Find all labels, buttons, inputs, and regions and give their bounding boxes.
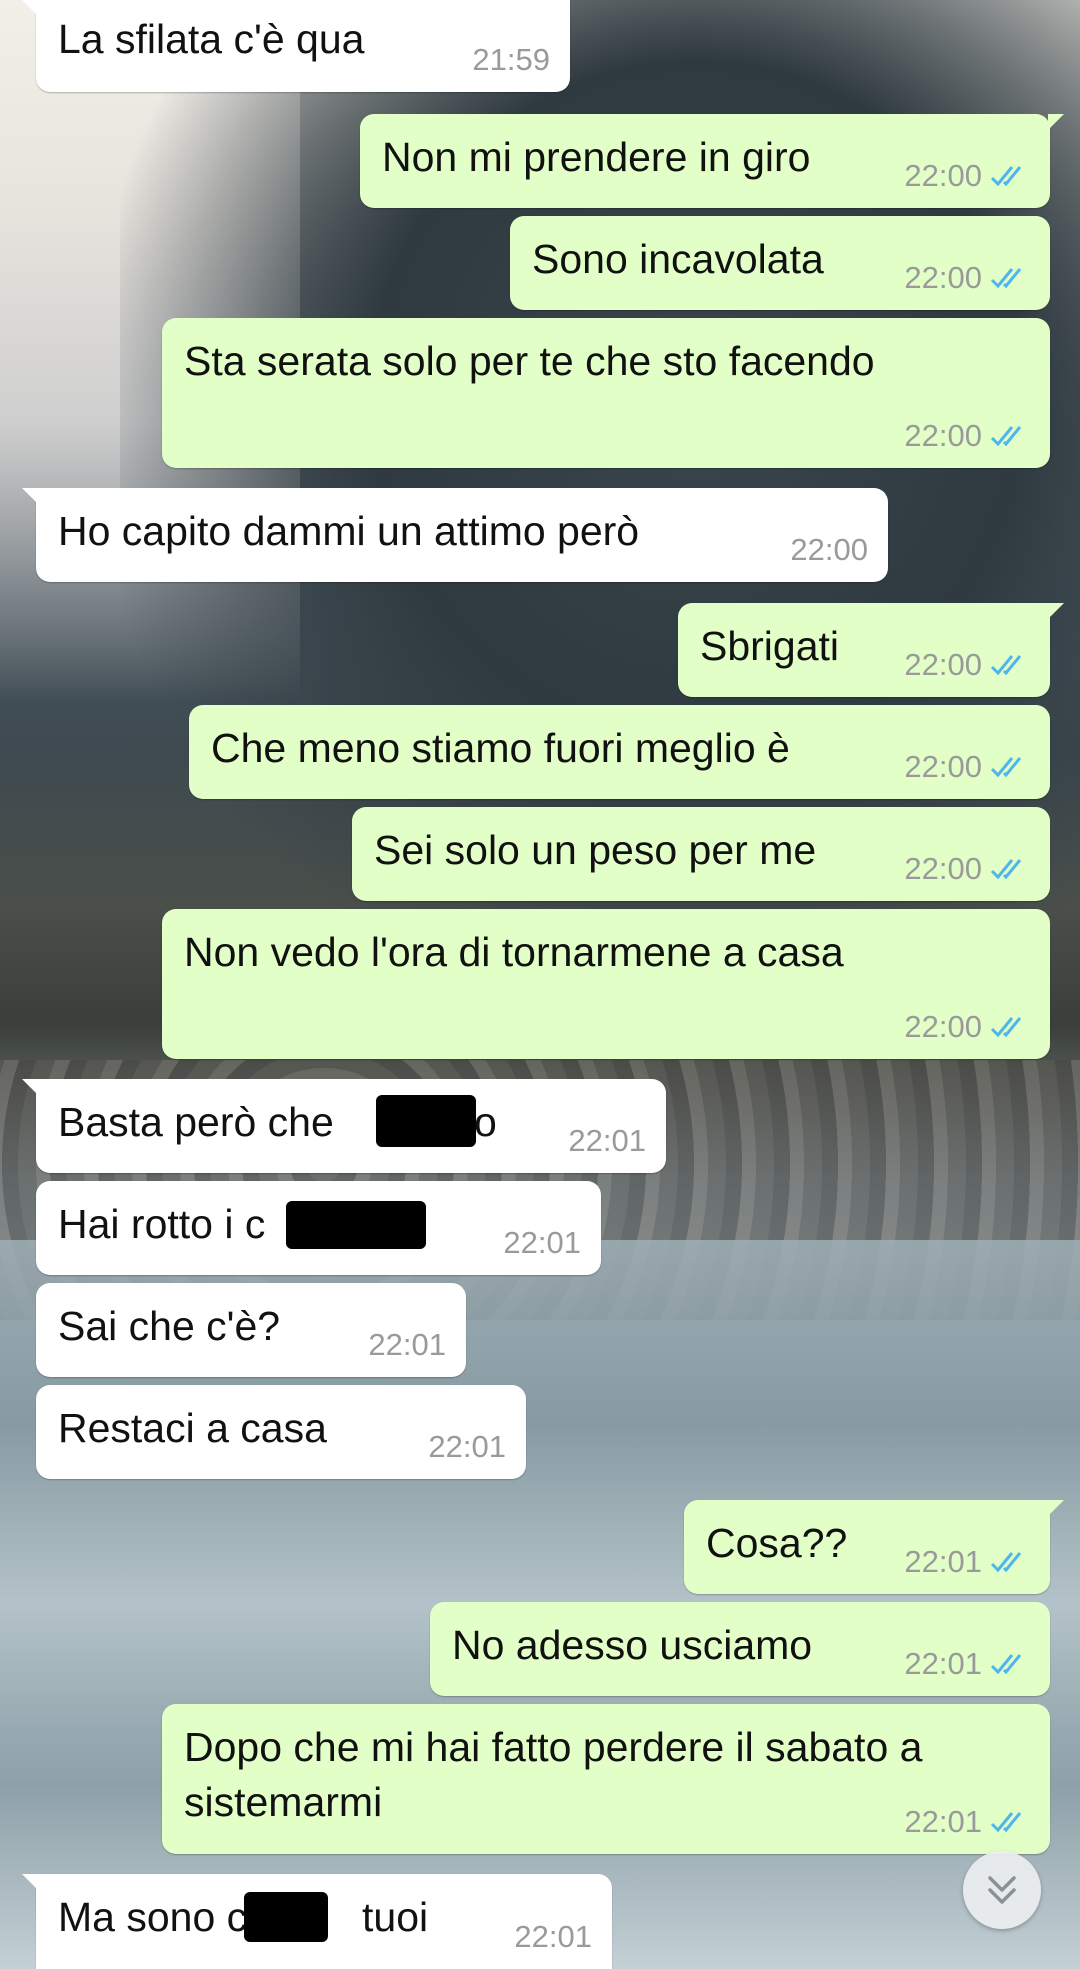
message-meta: 22:01	[904, 1646, 1030, 1682]
message-text: Basta però che	[58, 1099, 334, 1145]
message-bubble-incoming[interactable]: La sfilata c'è qua 21:59	[22, 0, 570, 92]
message-bubble-outgoing[interactable]: Non mi prendere in giro 22:00	[360, 114, 1064, 208]
chevron-double-down-icon	[988, 1876, 1016, 1904]
message-bubble-incoming[interactable]: Basta però che o 22:01	[22, 1079, 666, 1173]
message-time: 22:00	[790, 532, 868, 567]
message-text: Ho capito dammi un attimo però	[58, 508, 640, 554]
message-bubble-outgoing[interactable]: Non vedo l'ora di tornarmene a casa 22:0…	[162, 909, 1050, 1059]
message-meta: 22:00	[904, 1009, 1030, 1045]
message-bubble-outgoing[interactable]: No adesso usciamo 22:01	[430, 1602, 1050, 1696]
message-time: 22:00	[904, 749, 982, 784]
message-bubble-incoming[interactable]: Restaci a casa 22:01	[36, 1385, 526, 1479]
message-time: 22:01	[568, 1123, 646, 1158]
double-check-icon	[990, 859, 1022, 880]
message-text: Sei solo un peso per me	[374, 827, 817, 873]
message-meta: 22:01	[568, 1123, 646, 1159]
message-meta: 22:01	[514, 1919, 592, 1955]
double-check-icon	[990, 1017, 1022, 1038]
message-time: 22:00	[904, 851, 982, 886]
message-bubble-outgoing[interactable]: Sta serata solo per te che sto facendo 2…	[162, 318, 1050, 468]
scroll-to-bottom-button[interactable]	[963, 1851, 1041, 1929]
message-bubble-outgoing[interactable]: Sono incavolata 22:00	[510, 216, 1050, 310]
message-time: 22:00	[904, 260, 982, 295]
message-meta: 22:01	[904, 1804, 1030, 1840]
redaction-bar	[376, 1095, 476, 1147]
message-text: Restaci a casa	[58, 1405, 327, 1451]
message-bubble-outgoing[interactable]: Sbrigati 22:00	[678, 603, 1064, 697]
message-text: Non mi prendere in giro	[382, 134, 811, 180]
message-text: Che meno stiamo fuori meglio è	[211, 725, 790, 771]
message-time: 22:00	[904, 1009, 982, 1044]
message-time: 22:01	[503, 1225, 581, 1260]
message-time: 22:01	[904, 1544, 982, 1579]
message-bubble-incoming[interactable]: Hai rotto i c 22:01	[36, 1181, 601, 1275]
message-time: 22:01	[904, 1804, 982, 1839]
double-check-icon	[990, 426, 1022, 447]
message-text-suffix: o	[474, 1099, 497, 1145]
message-time: 22:00	[904, 418, 982, 453]
double-check-icon	[990, 1812, 1022, 1833]
message-time: 22:00	[904, 647, 982, 682]
redaction-bar	[244, 1892, 328, 1942]
message-text: Sono incavolata	[532, 236, 824, 282]
message-text: Sbrigati	[700, 623, 840, 669]
double-check-icon	[990, 655, 1022, 676]
message-text: Dopo che mi hai fatto perdere il sabato …	[184, 1724, 923, 1825]
message-bubble-outgoing[interactable]: Dopo che mi hai fatto perdere il sabato …	[162, 1704, 1050, 1854]
message-meta: 22:00	[904, 260, 1030, 296]
message-time: 22:01	[368, 1327, 446, 1362]
message-time: 22:01	[514, 1919, 592, 1954]
double-check-icon	[990, 268, 1022, 289]
message-bubble-incoming[interactable]: Sai che c'è? 22:01	[36, 1283, 466, 1377]
message-time: 22:01	[904, 1646, 982, 1681]
double-check-icon	[990, 1654, 1022, 1675]
message-text: La sfilata c'è qua	[58, 16, 365, 62]
message-meta: 22:01	[428, 1429, 506, 1465]
message-meta: 22:01	[904, 1544, 1030, 1580]
message-meta: 22:01	[368, 1327, 446, 1363]
message-bubble-incoming[interactable]: Ma sono c tuoi 22:01	[22, 1874, 612, 1969]
message-meta: 22:00	[790, 532, 868, 568]
redaction-bar	[286, 1201, 426, 1249]
message-time: 22:00	[904, 158, 982, 193]
message-bubble-outgoing[interactable]: Che meno stiamo fuori meglio è 22:00	[189, 705, 1050, 799]
message-bubble-outgoing[interactable]: Cosa?? 22:01	[684, 1500, 1064, 1594]
message-meta: 22:00	[904, 647, 1030, 683]
message-bubble-incoming[interactable]: Ho capito dammi un attimo però 22:00	[22, 488, 888, 582]
message-text: Hai rotto i c	[58, 1201, 266, 1247]
message-text-suffix: tuoi	[362, 1894, 429, 1940]
message-meta: 22:01	[503, 1225, 581, 1261]
double-check-icon	[990, 757, 1022, 778]
message-text: No adesso usciamo	[452, 1622, 813, 1668]
message-time: 22:01	[428, 1429, 506, 1464]
message-text: Sai che c'è?	[58, 1303, 281, 1349]
message-text: Non vedo l'ora di tornarmene a casa	[184, 929, 844, 975]
message-bubble-outgoing[interactable]: Sei solo un peso per me 22:00	[352, 807, 1050, 901]
message-time: 21:59	[472, 42, 550, 77]
message-meta: 22:00	[904, 851, 1030, 887]
message-text: Cosa??	[706, 1520, 848, 1566]
message-text: Sta serata solo per te che sto facendo	[184, 338, 875, 384]
message-text: Ma sono c	[58, 1894, 248, 1940]
double-check-icon	[990, 166, 1022, 187]
message-meta: 22:00	[904, 749, 1030, 785]
message-meta: 21:59	[472, 42, 550, 78]
message-meta: 22:00	[904, 418, 1030, 454]
message-meta: 22:00	[904, 158, 1030, 194]
double-check-icon	[990, 1552, 1022, 1573]
